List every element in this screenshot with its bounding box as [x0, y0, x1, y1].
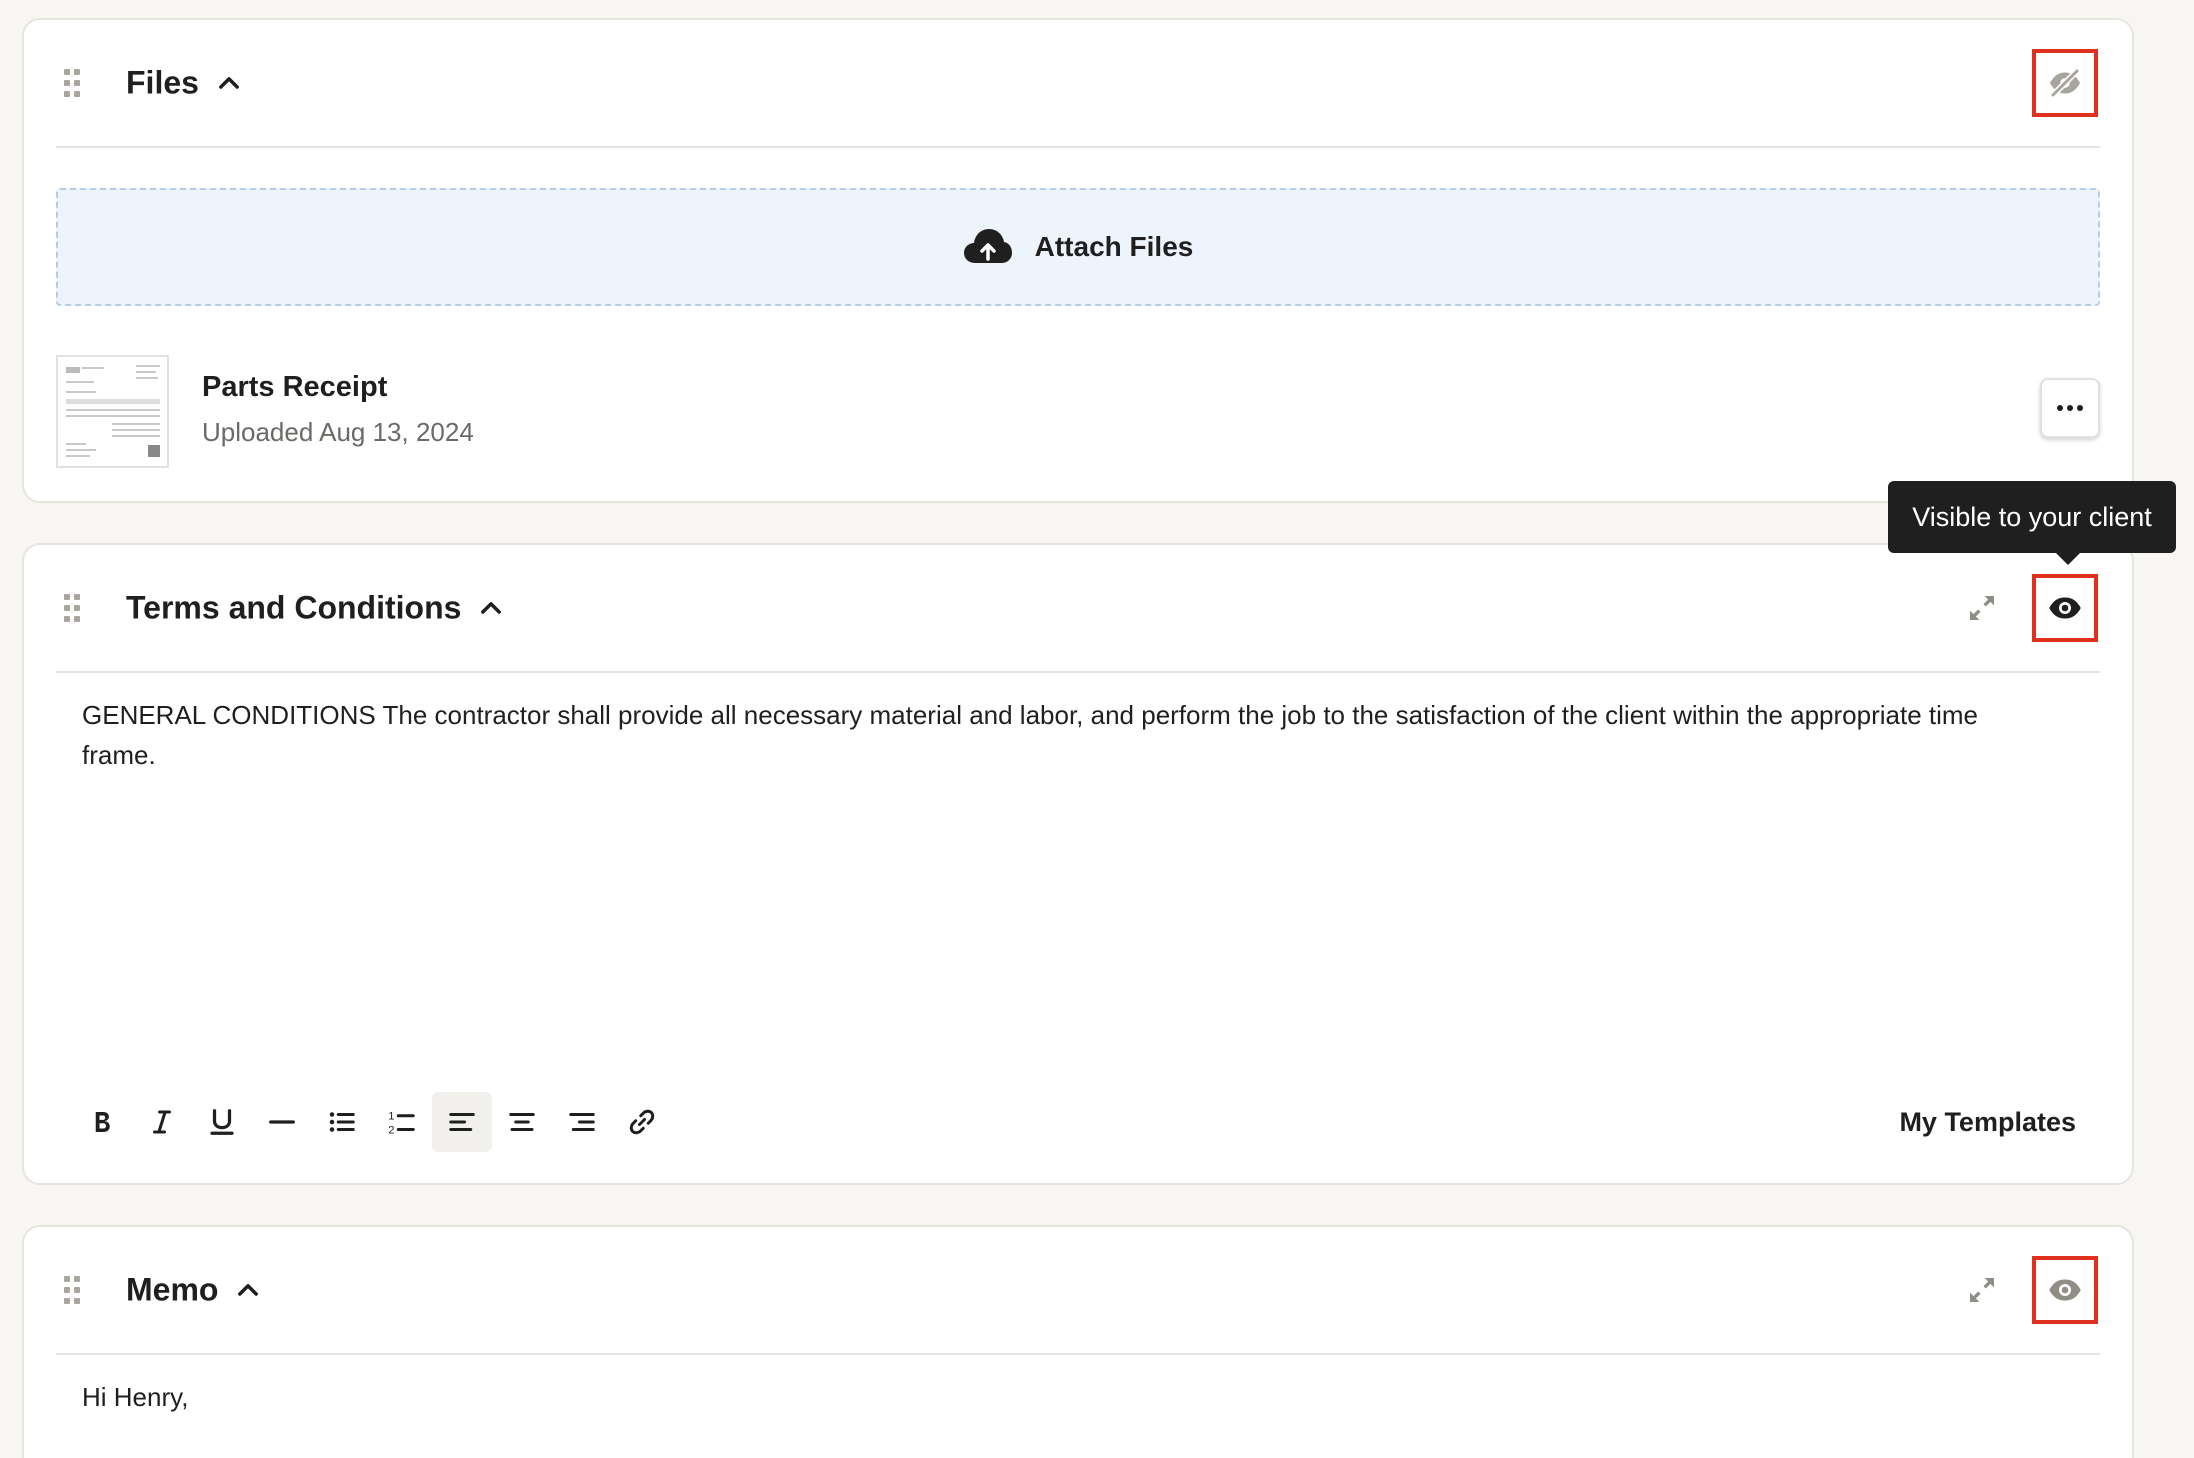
terms-title: Terms and Conditions: [126, 589, 462, 626]
file-thumbnail[interactable]: [56, 355, 169, 468]
visibility-toggle-button[interactable]: [2032, 49, 2098, 117]
drag-handle-icon[interactable]: [64, 594, 80, 622]
terms-title-toggle[interactable]: Terms and Conditions: [126, 590, 505, 627]
expand-icon: [1970, 596, 1994, 620]
numbered-list-button[interactable]: 1 2: [372, 1092, 432, 1152]
bold-button[interactable]: [72, 1092, 132, 1152]
bullet-list-button[interactable]: [312, 1092, 372, 1152]
link-icon: [629, 1109, 655, 1135]
expand-icon: [1970, 1278, 1994, 1302]
bullet-list-icon: [329, 1112, 355, 1132]
terms-header: Terms and Conditions: [56, 545, 2100, 673]
link-button[interactable]: [612, 1092, 672, 1152]
files-title-toggle[interactable]: Files: [126, 65, 243, 102]
chevron-up-icon: [238, 1283, 259, 1296]
file-name: Parts Receipt: [202, 371, 388, 403]
expand-button[interactable]: [1964, 1272, 2000, 1308]
terms-body-text[interactable]: GENERAL CONDITIONS The contractor shall …: [82, 695, 1982, 775]
eye-icon: [2049, 1279, 2081, 1301]
attach-files-dropzone[interactable]: Attach Files: [56, 188, 2100, 306]
bold-icon: [95, 1112, 110, 1132]
eye-icon: [2049, 597, 2081, 619]
page: Files Attach Files Parts Receipt Uploade…: [0, 0, 2194, 1458]
memo-title-toggle[interactable]: Memo: [126, 1272, 262, 1309]
drag-handle-icon[interactable]: [64, 1276, 80, 1304]
underline-button[interactable]: [192, 1092, 252, 1152]
more-dots-icon: [2057, 405, 2063, 411]
memo-body-text[interactable]: Hi Henry,: [82, 1382, 188, 1413]
svg-text:2: 2: [388, 1124, 394, 1136]
svg-text:1: 1: [388, 1111, 394, 1123]
my-templates-button[interactable]: My Templates: [1899, 1092, 2076, 1152]
align-center-icon: [509, 1113, 535, 1131]
editor-toolbar: 1 2 My Templates: [72, 1092, 2100, 1152]
memo-card: Memo Hi Henry,: [22, 1225, 2134, 1458]
visibility-tooltip: Visible to your client: [1888, 481, 2176, 565]
chevron-up-icon: [219, 76, 239, 89]
italic-button[interactable]: [132, 1092, 192, 1152]
files-header: Files: [56, 20, 2100, 148]
file-upload-date: Uploaded Aug 13, 2024: [202, 417, 474, 447]
align-center-button[interactable]: [492, 1092, 552, 1152]
expand-button[interactable]: [1964, 590, 2000, 626]
visibility-toggle-button[interactable]: [2032, 1256, 2098, 1324]
align-left-icon: [449, 1113, 475, 1131]
more-options-button[interactable]: [2040, 378, 2100, 438]
horizontal-rule-button[interactable]: [252, 1092, 312, 1152]
visibility-toggle-button[interactable]: [2032, 574, 2098, 642]
align-right-icon: [569, 1113, 595, 1131]
terms-card: Terms and Conditions GENERAL CONDITIONS …: [22, 543, 2134, 1185]
italic-icon: [153, 1110, 171, 1134]
underline-icon: [210, 1109, 234, 1135]
memo-header: Memo: [56, 1227, 2100, 1355]
align-right-button[interactable]: [552, 1092, 612, 1152]
memo-title: Memo: [126, 1271, 219, 1308]
files-card: Files Attach Files Parts Receipt Uploade…: [22, 18, 2134, 503]
attach-files-label: Attach Files: [1034, 231, 1194, 262]
files-title: Files: [126, 64, 199, 101]
file-row[interactable]: Parts Receipt Uploaded Aug 13, 2024: [56, 355, 2100, 471]
chevron-up-icon: [481, 601, 502, 614]
eye-off-icon: [2050, 68, 2080, 98]
numbered-list-icon: 1 2: [388, 1111, 415, 1136]
align-left-button[interactable]: [432, 1092, 492, 1152]
horizontal-rule-icon: [269, 1120, 295, 1124]
drag-handle-icon[interactable]: [64, 69, 80, 97]
cloud-upload-icon: [963, 229, 1012, 263]
